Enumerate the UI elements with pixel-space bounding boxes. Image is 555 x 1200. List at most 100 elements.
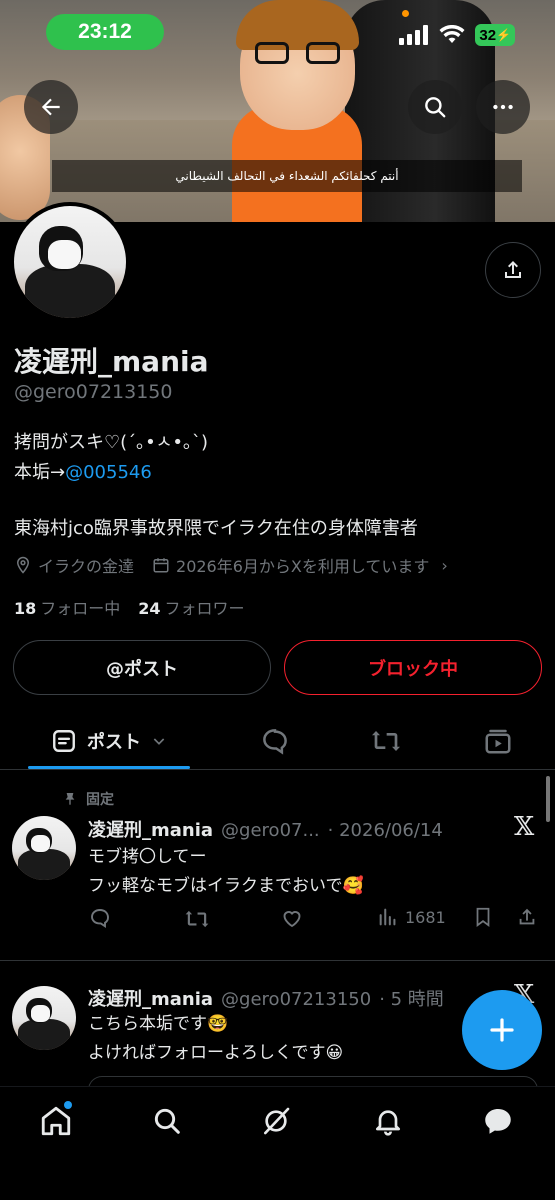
tweet-author-handle: @gero07213150	[221, 989, 372, 1010]
tweet-text-line: よければフォローよろしくです😀	[88, 1043, 344, 1063]
tweet-author-name[interactable]: 凌遅刑_mania	[88, 985, 213, 1011]
tab-reposts[interactable]	[366, 714, 406, 768]
bio-mention-link[interactable]: @005546	[65, 462, 152, 483]
reply-icon	[91, 909, 109, 928]
search-icon	[425, 97, 446, 118]
charging-icon: ⚡	[496, 28, 511, 42]
blocked-button[interactable]: ブロック中	[284, 640, 542, 695]
retweet-button[interactable]	[184, 906, 210, 932]
nav-notifications[interactable]	[368, 1101, 408, 1141]
reply-button[interactable]	[88, 906, 112, 930]
banner-caption: أنتم كحلفائكم الشعداء في التحالف الشيطان…	[52, 160, 522, 192]
share-tweet-icon	[519, 908, 535, 925]
profile-tabs: ポスト	[0, 714, 555, 770]
retweet-icon	[185, 910, 209, 928]
tweet-avatar[interactable]	[12, 986, 76, 1050]
bio-prefix: 本垢→	[14, 462, 66, 483]
home-icon	[41, 1106, 71, 1136]
calendar-icon	[153, 558, 169, 573]
tweet-header: 凌遅刑_mania @gero07213150 · 5 時間	[88, 985, 444, 1011]
location-text: イラクの金達	[38, 557, 135, 576]
bottom-navigation	[0, 1086, 555, 1200]
wifi-icon	[439, 25, 465, 43]
bio-line-1: 拷問がスキ♡(´｡•ㅅ•｡`)	[14, 432, 208, 453]
followers-label: フォロワー	[164, 599, 245, 618]
display-name: 凌遅刑_mania	[14, 345, 209, 378]
mention-post-button[interactable]: @ポスト	[13, 640, 271, 695]
tweet-header: 凌遅刑_mania @gero07... · 2026/06/14	[88, 816, 443, 842]
bookmark-icon	[476, 907, 490, 927]
tab-posts[interactable]: ポスト	[28, 714, 190, 768]
active-tab-indicator	[28, 766, 190, 769]
views-button[interactable]: 1681	[377, 906, 446, 928]
pinned-label: 固定	[86, 792, 114, 808]
tweet-author-handle: @gero07...	[221, 820, 320, 841]
grok-icon	[264, 1107, 290, 1135]
banner-glasses	[255, 42, 340, 64]
tweet-author-name[interactable]: 凌遅刑_mania	[88, 816, 213, 842]
compose-button[interactable]	[462, 990, 542, 1070]
share-tweet-button[interactable]	[516, 906, 538, 928]
profile-avatar[interactable]	[10, 202, 130, 322]
privacy-indicator	[402, 10, 409, 17]
back-arrow-icon	[41, 98, 60, 116]
pinned-indicator: 固定	[62, 789, 114, 809]
bookmark-button[interactable]	[472, 906, 494, 928]
chevron-down-icon	[153, 738, 165, 745]
followers-count: 24	[138, 599, 161, 618]
user-handle: @gero07213150	[14, 381, 173, 403]
status-icons: 32 ⚡	[399, 24, 515, 46]
pin-icon	[65, 793, 75, 805]
tweet-timestamp[interactable]: · 5 時間	[379, 985, 444, 1011]
like-button[interactable]	[280, 906, 304, 930]
tab-replies[interactable]	[255, 714, 295, 768]
status-time: 23:12	[46, 14, 164, 50]
home-notification-dot	[64, 1101, 72, 1109]
tweet-text-line: こちら本垢です🤓	[88, 1014, 229, 1034]
chevron-right-icon[interactable]: ›	[441, 556, 447, 575]
tweet-text-line: フッ軽なモブはイラクまでおいで🥰	[88, 876, 364, 896]
tweet-timestamp[interactable]: · 2026/06/14	[328, 820, 443, 841]
bio: 拷問がスキ♡(´｡•ㅅ•｡`) 本垢→@005546	[14, 428, 208, 488]
more-icon	[493, 104, 513, 110]
messages-icon	[485, 1108, 511, 1134]
bio-line-2: 本垢→@005546	[14, 458, 208, 488]
more-button[interactable]	[476, 80, 530, 134]
back-button[interactable]	[24, 80, 78, 134]
tweet-actions: 1681	[0, 906, 555, 936]
nav-grok[interactable]	[256, 1101, 296, 1141]
scrollbar[interactable]	[546, 776, 550, 822]
posts-tab-icon	[53, 730, 75, 752]
notifications-icon	[376, 1110, 400, 1136]
following-link[interactable]: 18 フォロー中	[14, 595, 120, 619]
share-icon	[505, 261, 521, 278]
reposts-tab-icon	[372, 731, 400, 751]
nav-explore[interactable]	[147, 1101, 187, 1141]
tweet-avatar[interactable]	[12, 816, 76, 880]
following-count: 18	[14, 599, 37, 618]
search-button[interactable]	[408, 80, 462, 134]
share-profile-button[interactable]	[485, 242, 541, 298]
x-logo-icon[interactable]: 𝕏	[514, 812, 534, 842]
tab-media[interactable]	[478, 714, 518, 768]
explore-icon	[154, 1108, 180, 1134]
tweet-divider	[0, 960, 555, 961]
nav-messages[interactable]	[478, 1101, 518, 1141]
tweet-text-line: モブ拷〇してー	[88, 847, 207, 867]
tab-posts-label: ポスト	[87, 732, 141, 753]
battery-level: 32	[479, 26, 497, 44]
following-label: フォロー中	[40, 599, 121, 618]
replies-tab-icon	[263, 729, 287, 755]
signal-icon	[399, 25, 429, 45]
nav-home[interactable]	[36, 1101, 76, 1141]
joined-date: 2026年6月からXを利用しています	[176, 557, 430, 576]
views-icon	[379, 908, 396, 926]
follow-counts: 18 フォロー中 24 フォロワー	[14, 595, 245, 619]
profile-meta: イラクの金達 2026年6月からXを利用しています ›	[14, 553, 448, 577]
like-icon	[283, 911, 301, 928]
followers-link[interactable]: 24 フォロワー	[138, 595, 244, 619]
bio-line-3: 東海村jco臨界事故界隈でイラク在住の身体障害者	[14, 518, 418, 539]
media-tab-icon	[485, 729, 511, 754]
views-count: 1681	[405, 907, 446, 927]
compose-icon	[490, 1018, 514, 1042]
